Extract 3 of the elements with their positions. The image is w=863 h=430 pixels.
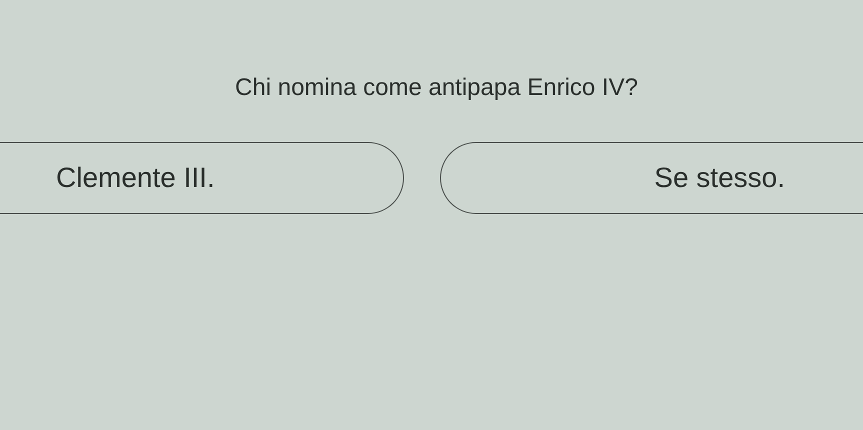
answer-button[interactable]: Se stesso.	[440, 142, 863, 214]
question-text: Chi nomina come antipapa Enrico IV?	[235, 73, 638, 103]
answer-button[interactable]: Clemente III.	[0, 142, 404, 214]
